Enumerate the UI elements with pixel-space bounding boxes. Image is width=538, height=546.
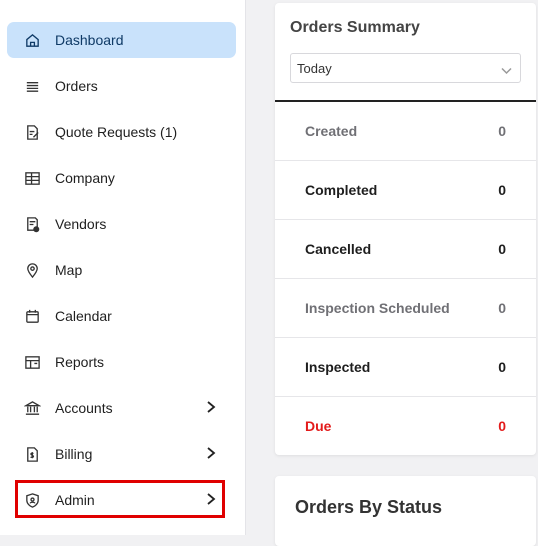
billing-icon	[23, 445, 41, 463]
sidebar-item-label: Company	[55, 170, 115, 186]
sidebar-item-label: Dashboard	[55, 32, 124, 48]
sidebar-item-vendors[interactable]: Vendors	[7, 206, 236, 242]
sidebar-item-label: Vendors	[55, 216, 107, 232]
row-label: Cancelled	[305, 241, 372, 257]
row-value: 0	[498, 123, 506, 139]
row-label: Inspected	[305, 359, 371, 375]
building-icon	[23, 169, 41, 187]
sidebar-item-reports[interactable]: Reports	[7, 344, 236, 380]
row-value: 0	[498, 359, 506, 375]
summary-row-due[interactable]: Due 0	[275, 397, 536, 456]
sidebar-item-company[interactable]: Company	[7, 160, 236, 196]
sidebar-item-label: Accounts	[55, 400, 113, 416]
chevron-down-icon	[501, 63, 512, 78]
sidebar-item-label: Quote Requests (1)	[55, 124, 178, 140]
admin-highlight-box	[15, 480, 225, 518]
row-label: Due	[305, 418, 332, 434]
sidebar-item-label: Reports	[55, 354, 105, 370]
sidebar-item-label: Billing	[55, 446, 93, 462]
row-value: 0	[498, 418, 506, 434]
sidebar-item-map[interactable]: Map	[7, 252, 236, 288]
summary-row-cancelled[interactable]: Cancelled 0	[275, 220, 536, 279]
row-value: 0	[498, 300, 506, 316]
row-label: Completed	[305, 182, 378, 198]
summary-row-inspection-scheduled[interactable]: Inspection Scheduled 0	[275, 279, 536, 338]
document-edit-icon	[23, 123, 41, 141]
sidebar-item-quote-requests[interactable]: Quote Requests (1)	[7, 114, 236, 150]
period-select[interactable]: Today	[290, 53, 521, 83]
list-icon	[23, 77, 41, 95]
summary-row-inspected[interactable]: Inspected 0	[275, 338, 536, 397]
reports-icon	[23, 353, 41, 371]
row-label: Created	[305, 123, 358, 139]
orders-by-status-card: Orders By Status	[275, 476, 536, 546]
period-select-value: Today	[297, 61, 332, 76]
sidebar-item-calendar[interactable]: Calendar	[7, 298, 236, 334]
summary-row-completed[interactable]: Completed 0	[275, 161, 536, 220]
sidebar-item-label: Map	[55, 262, 83, 278]
sidebar-item-label: Calendar	[55, 308, 112, 324]
row-label: Inspection Scheduled	[305, 300, 450, 316]
summary-row-created[interactable]: Created 0	[275, 102, 536, 161]
calendar-icon	[23, 307, 41, 325]
card-title: Orders Summary	[290, 19, 420, 36]
chevron-right-icon[interactable]	[206, 446, 216, 460]
card-title: Orders By Status	[295, 497, 443, 517]
sidebar-item-dashboard[interactable]: Dashboard	[7, 22, 236, 58]
map-pin-icon	[23, 261, 41, 279]
sidebar: Dashboard Orders Quote Requests (1) Comp…	[0, 0, 246, 535]
sidebar-item-accounts[interactable]: Accounts	[7, 390, 236, 426]
sidebar-item-label: Orders	[55, 78, 98, 94]
row-value: 0	[498, 241, 506, 257]
orders-summary-card: Orders Summary Today Created 0 Completed…	[275, 3, 536, 455]
chevron-right-icon[interactable]	[206, 400, 216, 414]
vendor-doc-icon	[23, 215, 41, 233]
sidebar-item-orders[interactable]: Orders	[7, 68, 236, 104]
sidebar-item-billing[interactable]: Billing	[7, 436, 236, 472]
home-icon	[23, 31, 41, 49]
row-value: 0	[498, 182, 506, 198]
bank-icon	[23, 399, 41, 417]
